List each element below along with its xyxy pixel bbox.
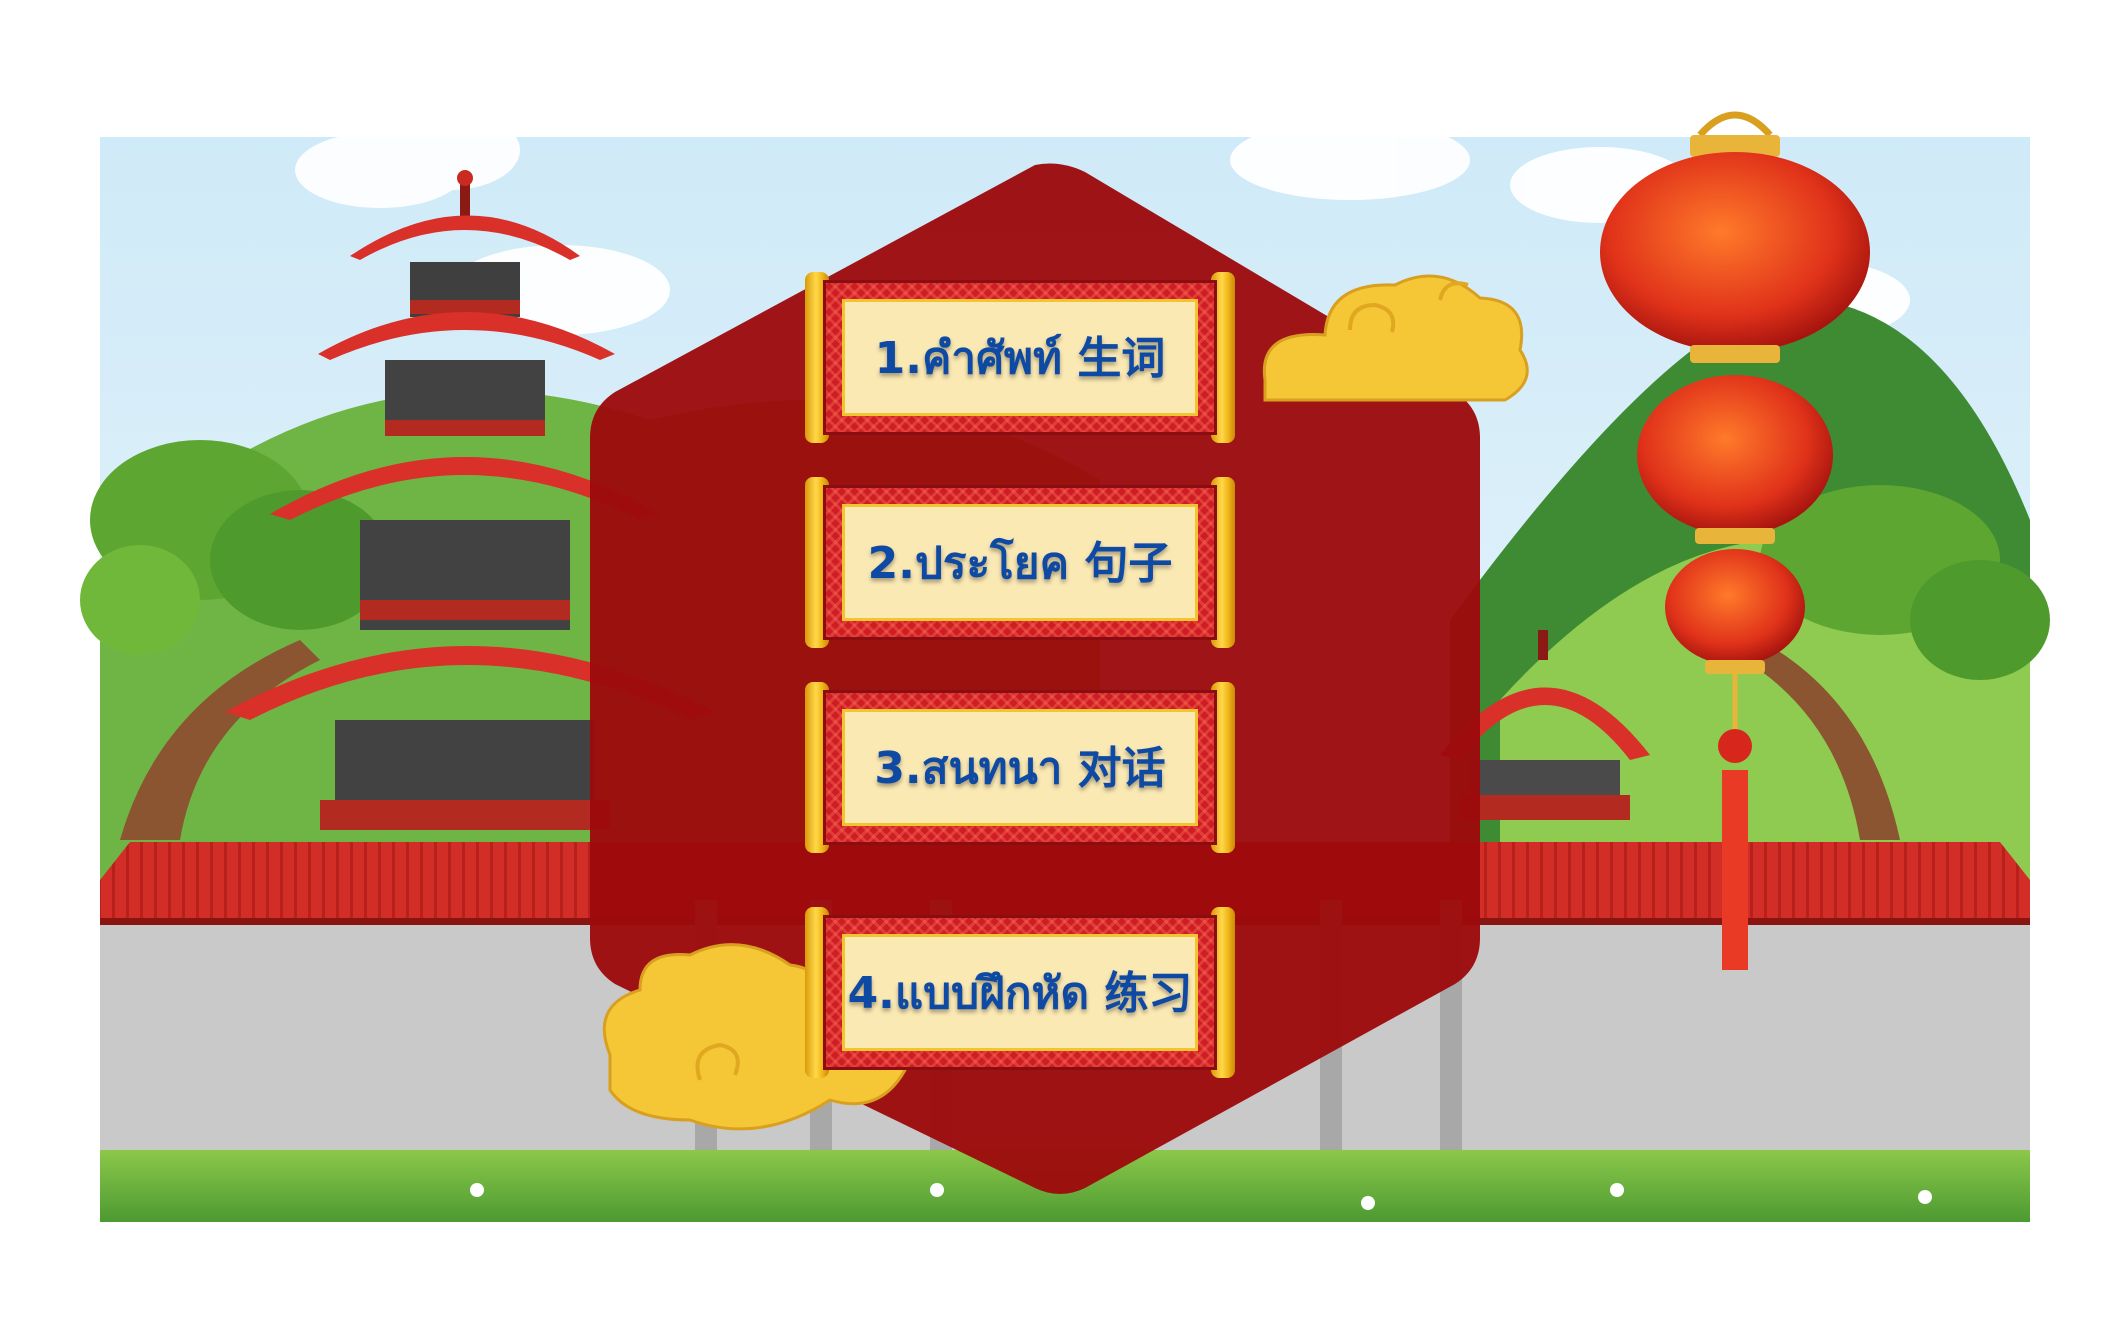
menu-item-sentences[interactable]: 2.ประโยค 句子	[805, 477, 1235, 648]
scroll-panel: 1.คำศัพท์ 生词	[842, 299, 1198, 416]
menu-item-label: 4.แบบฝึกหัด 练习	[847, 968, 1193, 1019]
menu-item-label: 3.สนทนา 对话	[874, 743, 1166, 794]
scroll-panel: 3.สนทนา 对话	[842, 709, 1198, 826]
scroll-banner: 1.คำศัพท์ 生词	[823, 280, 1217, 435]
scroll-banner: 2.ประโยค 句子	[823, 485, 1217, 640]
menu-item-label: 2.ประโยค 句子	[867, 538, 1173, 589]
scroll-panel: 2.ประโยค 句子	[842, 504, 1198, 621]
slide-stage: 1.คำศัพท์ 生词 2.ประโยค 句子 3.สนทนา 对话 4.แบ…	[0, 0, 2120, 1317]
menu-item-label: 1.คำศัพท์ 生词	[874, 333, 1166, 384]
menu-item-vocabulary[interactable]: 1.คำศัพท์ 生词	[805, 272, 1235, 443]
scroll-panel: 4.แบบฝึกหัด 练习	[842, 934, 1198, 1051]
scroll-banner: 3.สนทนา 对话	[823, 690, 1217, 845]
scroll-banner: 4.แบบฝึกหัด 练习	[823, 915, 1217, 1070]
menu-item-conversation[interactable]: 3.สนทนา 对话	[805, 682, 1235, 853]
menu-item-exercises[interactable]: 4.แบบฝึกหัด 练习	[805, 907, 1235, 1078]
background-scene	[80, 110, 2050, 1222]
